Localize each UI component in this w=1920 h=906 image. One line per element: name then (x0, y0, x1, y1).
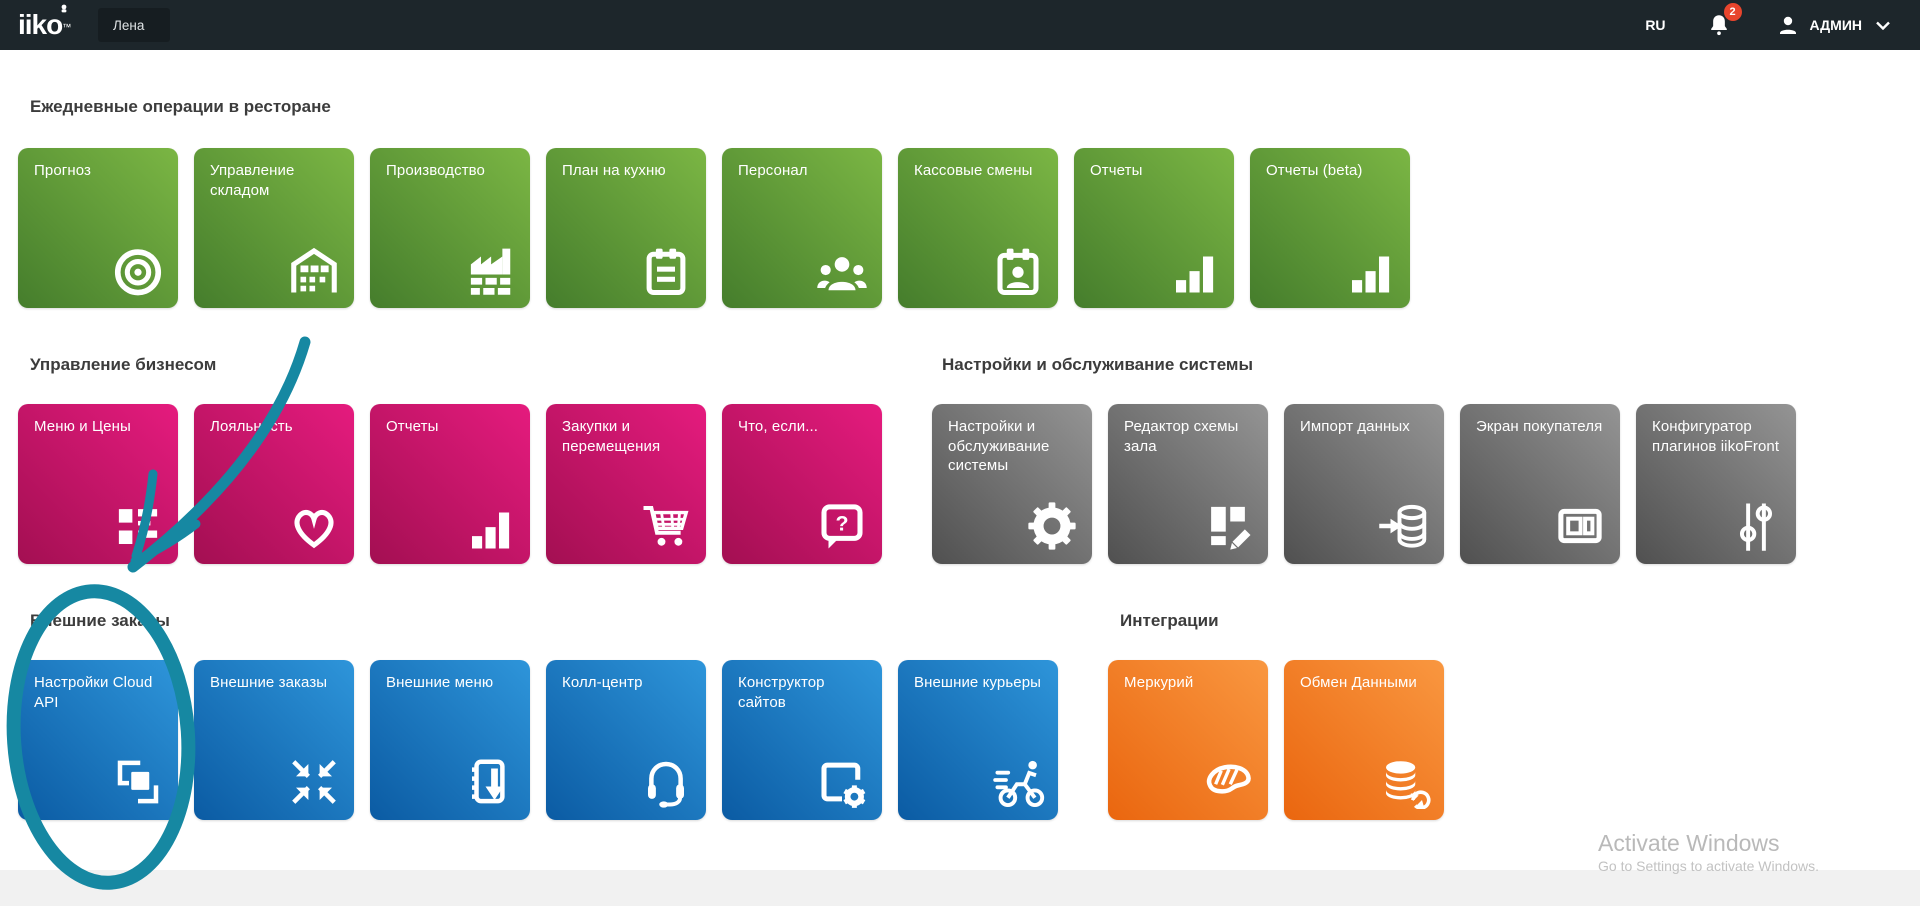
gear-icon (1025, 499, 1079, 553)
customer-screen-icon (1553, 499, 1607, 553)
tile-data-exchange[interactable]: Обмен Данными (1284, 660, 1444, 820)
top-bar: iiko™ Лена RU 2 АДМИН (0, 0, 1920, 50)
section-title-business-management: Управление бизнесом (30, 355, 216, 375)
steak-icon (1201, 755, 1255, 809)
target-icon (111, 243, 165, 297)
tile-data-import[interactable]: Импорт данных (1284, 404, 1444, 564)
collapse-arrows-icon (287, 755, 341, 809)
section-title-daily-operations: Ежедневные операции в ресторане (30, 97, 331, 117)
sliders-icon (1729, 499, 1783, 553)
tile-call-center[interactable]: Колл-центр (546, 660, 706, 820)
tile-warehouse-management[interactable]: Управление складом (194, 148, 354, 308)
svg-text:?: ? (835, 512, 848, 536)
kitchen-plan-icon (639, 243, 693, 297)
section-title-integrations: Интеграции (1120, 611, 1219, 631)
screen-gear-icon (815, 755, 869, 809)
tile-external-couriers[interactable]: Внешние курьеры (898, 660, 1058, 820)
tile-forecast[interactable]: Прогноз (18, 148, 178, 308)
logo-chef-icon (59, 4, 69, 13)
external-orders-tiles: Настройки Cloud API Внешние заказы Внешн… (18, 660, 1058, 820)
logo-text: iiko (18, 9, 62, 40)
section-title-system-settings: Настройки и обслуживание системы (942, 355, 1253, 375)
database-sync-icon (1377, 755, 1431, 809)
menu-list-icon (111, 499, 165, 553)
user-name: АДМИН (1810, 17, 1862, 33)
tile-reports[interactable]: Отчеты (1074, 148, 1234, 308)
cloud-api-squares-icon (111, 755, 165, 809)
section-title-external-orders: Внешние заказы (30, 611, 170, 631)
tile-site-builder[interactable]: Конструктор сайтов (722, 660, 882, 820)
iiko-logo[interactable]: iiko™ (18, 8, 71, 42)
question-bubble-icon: ? (815, 499, 869, 553)
headset-icon (639, 755, 693, 809)
tile-reports-business[interactable]: Отчеты (370, 404, 530, 564)
organization-name: Лена (113, 18, 144, 33)
tile-purchases-transfers[interactable]: Закупки и перемещения (546, 404, 706, 564)
tile-cash-shifts[interactable]: Кассовые смены (898, 148, 1058, 308)
chevron-down-icon (1876, 21, 1890, 30)
system-settings-tiles: Настройки и обслуживание системы Редакто… (932, 404, 1796, 564)
user-menu[interactable]: АДМИН (1776, 13, 1890, 37)
tile-system-settings[interactable]: Настройки и обслуживание системы (932, 404, 1092, 564)
database-import-icon (1377, 499, 1431, 553)
tile-staff[interactable]: Персонал (722, 148, 882, 308)
bar-chart-icon (463, 499, 517, 553)
tile-mercury[interactable]: Меркурий (1108, 660, 1268, 820)
tile-cloud-api-settings[interactable]: Настройки Cloud API (18, 660, 178, 820)
user-icon (1776, 13, 1800, 37)
tile-production[interactable]: Производство (370, 148, 530, 308)
tile-external-menus[interactable]: Внешние меню (370, 660, 530, 820)
activate-windows-watermark-sub: Go to Settings to activate Windows. (1598, 858, 1819, 874)
integrations-tiles: Меркурий Обмен Данными (1108, 660, 1444, 820)
tile-menu-and-prices[interactable]: Меню и Цены (18, 404, 178, 564)
bar-chart-icon (1167, 243, 1221, 297)
heart-icon (287, 499, 341, 553)
factory-icon (463, 243, 517, 297)
tile-what-if[interactable]: Что, если... ? (722, 404, 882, 564)
warehouse-icon (287, 243, 341, 297)
tile-reports-beta[interactable]: Отчеты (beta) (1250, 148, 1410, 308)
staff-people-icon (815, 243, 869, 297)
tile-customer-screen[interactable]: Экран покупателя (1460, 404, 1620, 564)
footer-strip (0, 870, 1920, 906)
bicycle-courier-icon (991, 755, 1045, 809)
tile-floor-plan-editor[interactable]: Редактор схемы зала (1108, 404, 1268, 564)
cart-icon (639, 499, 693, 553)
tile-kitchen-plan[interactable]: План на кухню (546, 148, 706, 308)
tile-external-orders[interactable]: Внешние заказы (194, 660, 354, 820)
daily-operations-tiles: Прогноз Управление складом Производство (18, 148, 1410, 308)
notifications-button[interactable]: 2 (1706, 12, 1732, 38)
page: iiko™ Лена RU 2 АДМИН (0, 0, 1920, 906)
tile-loyalty[interactable]: Лояльность (194, 404, 354, 564)
notification-badge: 2 (1724, 3, 1742, 21)
cash-shift-calendar-icon (991, 243, 1045, 297)
language-switcher[interactable]: RU (1645, 17, 1665, 33)
layout-pencil-icon (1201, 499, 1255, 553)
logo-tm: ™ (62, 22, 71, 32)
tile-iikofront-plugin-configurator[interactable]: Конфигуратор плагинов iikoFront (1636, 404, 1796, 564)
organization-selector[interactable]: Лена (98, 8, 170, 42)
business-management-tiles: Меню и Цены Лояльность Отчеты Закупки и … (18, 404, 882, 564)
menu-download-icon (463, 755, 517, 809)
bar-chart-icon (1343, 243, 1397, 297)
activate-windows-watermark: Activate Windows (1598, 830, 1780, 857)
